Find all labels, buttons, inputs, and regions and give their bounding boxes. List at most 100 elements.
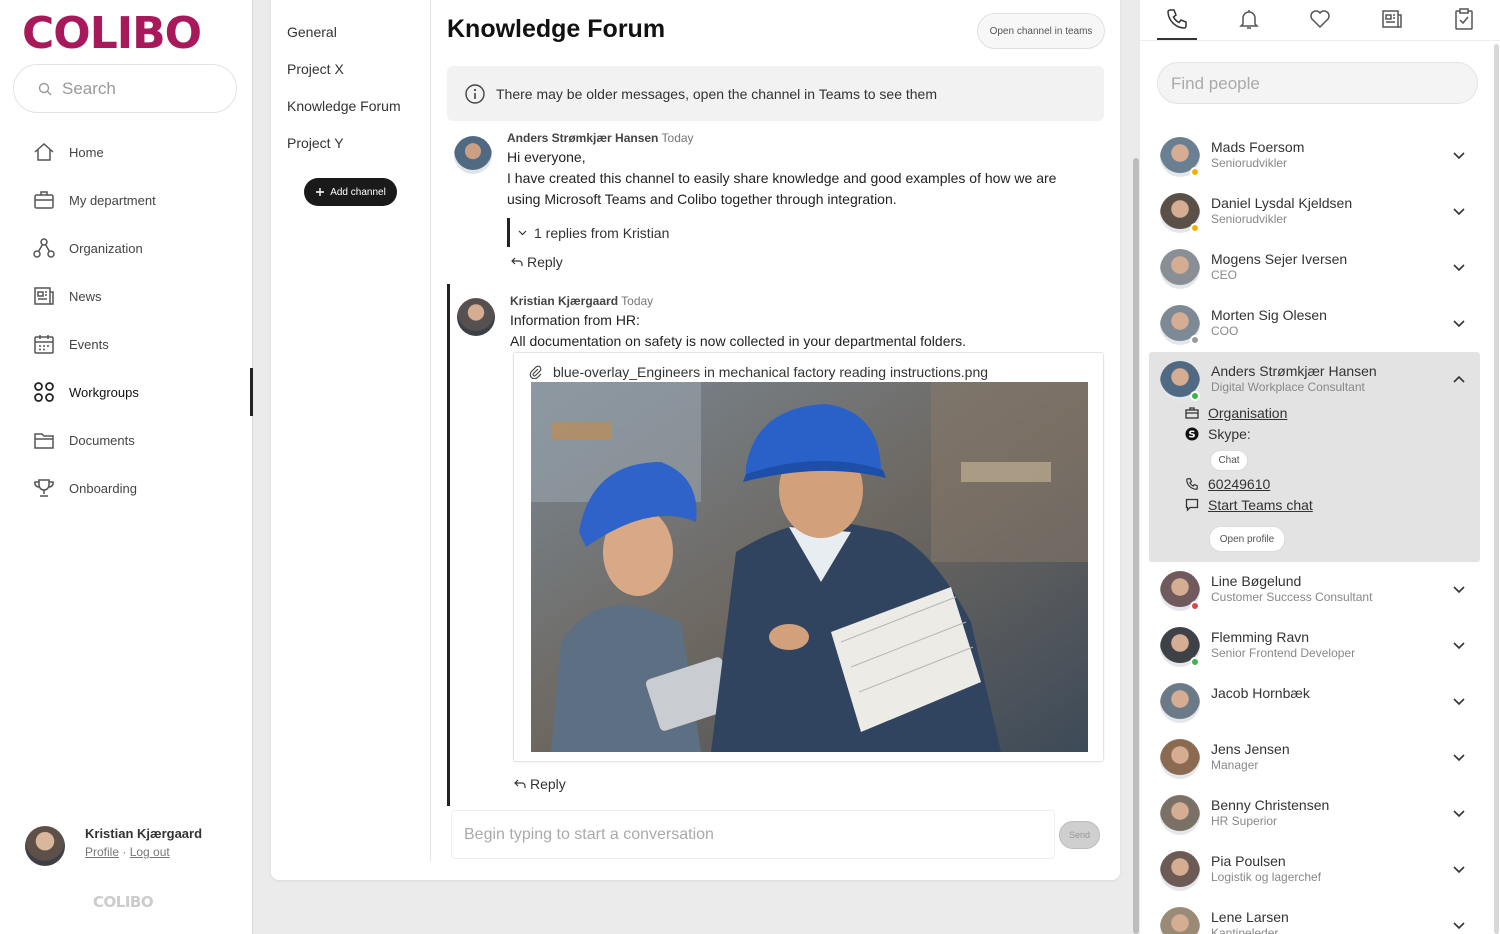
chevron-down-icon[interactable] bbox=[1451, 147, 1467, 163]
nav-item-documents[interactable]: Documents bbox=[33, 426, 135, 454]
person-title: Customer Success Consultant bbox=[1211, 590, 1373, 604]
person-row[interactable]: Mogens Sejer Iversen CEO bbox=[1149, 244, 1480, 300]
chevron-up-icon[interactable] bbox=[1451, 371, 1467, 387]
bell-icon[interactable] bbox=[1237, 7, 1261, 33]
chevron-down-icon[interactable] bbox=[1451, 581, 1467, 597]
find-people-input[interactable]: Find people bbox=[1157, 62, 1478, 104]
avatar[interactable] bbox=[1160, 851, 1200, 891]
person-row[interactable]: Flemming Ravn Senior Frontend Developer bbox=[1149, 622, 1480, 678]
person-row[interactable]: Mads Foersom Seniorudvikler bbox=[1149, 132, 1480, 188]
nav-item-events[interactable]: Events bbox=[33, 330, 109, 358]
chevron-down-icon[interactable] bbox=[1451, 693, 1467, 709]
channel-project-y[interactable]: Project Y bbox=[287, 135, 344, 151]
message-time: Today bbox=[621, 294, 654, 308]
add-channel-label: Add channel bbox=[330, 186, 386, 198]
people-scrollbar[interactable] bbox=[1494, 44, 1499, 934]
person-row[interactable]: Jens Jensen Manager bbox=[1149, 734, 1480, 790]
person-name: Morten Sig Olesen bbox=[1211, 307, 1327, 323]
add-channel-button[interactable]: Add channel bbox=[304, 178, 397, 206]
profile-link[interactable]: Profile bbox=[85, 845, 119, 859]
nav-label: Home bbox=[69, 144, 104, 160]
avatar[interactable] bbox=[1160, 683, 1200, 723]
channel-project-x[interactable]: Project X bbox=[287, 61, 344, 77]
clipboard-icon[interactable] bbox=[1452, 7, 1476, 33]
skype-chat-button[interactable]: Chat bbox=[1210, 450, 1248, 471]
avatar[interactable] bbox=[1160, 249, 1200, 289]
start-teams-chat-link[interactable]: Start Teams chat bbox=[1208, 497, 1313, 513]
chevron-down-icon[interactable] bbox=[1451, 203, 1467, 219]
folder-icon bbox=[33, 429, 55, 451]
message-author[interactable]: Anders Strømkjær Hansen bbox=[507, 131, 658, 145]
avatar[interactable] bbox=[457, 298, 495, 336]
attachment-link[interactable]: blue-overlay_Engineers in mechanical fac… bbox=[529, 364, 988, 380]
nav-item-my-department[interactable]: My department bbox=[33, 186, 156, 214]
chevron-down-icon[interactable] bbox=[1451, 805, 1467, 821]
person-row[interactable]: Benny Christensen HR Superior bbox=[1149, 790, 1480, 846]
avatar[interactable] bbox=[454, 136, 492, 174]
message-input[interactable]: Begin typing to start a conversation bbox=[451, 810, 1055, 859]
organisation-link[interactable]: Organisation bbox=[1208, 405, 1287, 421]
person-row[interactable]: Lene Larsen Kantineleder bbox=[1149, 902, 1480, 934]
message-line: I have created this channel to easily sh… bbox=[507, 170, 1057, 186]
chevron-down-icon[interactable] bbox=[1451, 315, 1467, 331]
skype-label: Skype: bbox=[1208, 426, 1251, 442]
attachment-card[interactable]: blue-overlay_Engineers in mechanical fac… bbox=[513, 352, 1104, 762]
newspaper-icon[interactable] bbox=[1380, 7, 1404, 33]
person-row[interactable]: Morten Sig Olesen COO bbox=[1149, 300, 1480, 356]
channel-knowledge-forum[interactable]: Knowledge Forum bbox=[287, 98, 401, 114]
message-header: Anders Strømkjær Hansen Today bbox=[507, 131, 694, 145]
nav-item-onboarding[interactable]: Onboarding bbox=[33, 474, 137, 502]
attachment-image[interactable] bbox=[531, 382, 1088, 752]
chevron-down-icon bbox=[518, 228, 527, 237]
person-name: Mads Foersom bbox=[1211, 139, 1305, 155]
person-title: Senior Frontend Developer bbox=[1211, 646, 1356, 660]
open-profile-button[interactable]: Open profile bbox=[1209, 526, 1285, 552]
chevron-down-icon[interactable] bbox=[1451, 861, 1467, 877]
person-name: Jens Jensen bbox=[1211, 741, 1290, 757]
avatar[interactable] bbox=[1160, 907, 1200, 934]
person-row[interactable]: Daniel Lysdal Kjeldsen Seniorudvikler bbox=[1149, 188, 1480, 244]
message-author[interactable]: Kristian Kjærgaard bbox=[510, 294, 618, 308]
message-line: using Microsoft Teams and Colibo togethe… bbox=[507, 191, 897, 207]
channel-general[interactable]: General bbox=[287, 24, 337, 40]
reply-button[interactable]: Reply bbox=[514, 776, 566, 792]
nav-item-news[interactable]: News bbox=[33, 282, 102, 310]
search-box[interactable]: Search bbox=[13, 64, 237, 113]
colibo-logo[interactable]: COLIBO bbox=[22, 8, 202, 59]
workgroups-icon bbox=[33, 381, 55, 403]
person-row[interactable]: Line Bøgelund Customer Success Consultant bbox=[1149, 566, 1480, 622]
home-icon bbox=[33, 141, 55, 163]
search-placeholder: Search bbox=[62, 78, 116, 98]
avatar[interactable] bbox=[25, 826, 65, 866]
nav-item-workgroups[interactable]: Workgroups bbox=[33, 378, 139, 406]
channel-list: General Project X Knowledge Forum Projec… bbox=[271, 0, 431, 862]
link-separator: · bbox=[122, 845, 127, 859]
phone-number-link[interactable]: 60249610 bbox=[1208, 476, 1270, 492]
left-sidebar: COLIBO Search Home My department Organiz… bbox=[0, 0, 253, 934]
logout-link[interactable]: Log out bbox=[130, 845, 170, 859]
person-row[interactable]: Anders Strømkjær Hansen Digital Workplace… bbox=[1149, 356, 1480, 412]
person-name: Mogens Sejer Iversen bbox=[1211, 251, 1348, 267]
chevron-down-icon[interactable] bbox=[1451, 637, 1467, 653]
heart-icon[interactable] bbox=[1308, 7, 1332, 33]
presence-status-dot bbox=[1190, 223, 1200, 233]
person-row[interactable]: Pia Poulsen Logistik og lagerchef bbox=[1149, 846, 1480, 902]
open-in-teams-button[interactable]: Open channel in teams bbox=[977, 13, 1105, 49]
send-button[interactable]: Send bbox=[1059, 821, 1100, 849]
chevron-down-icon[interactable] bbox=[1451, 917, 1467, 933]
replies-toggle[interactable]: 1 replies from Kristian bbox=[507, 218, 669, 247]
search-icon bbox=[38, 82, 52, 96]
nav-item-organization[interactable]: Organization bbox=[33, 234, 143, 262]
info-icon bbox=[464, 83, 486, 105]
nav-label: News bbox=[69, 288, 102, 304]
message-time: Today bbox=[661, 131, 694, 145]
avatar[interactable] bbox=[1160, 739, 1200, 779]
phone-icon[interactable] bbox=[1165, 7, 1189, 33]
main-scrollbar[interactable] bbox=[1133, 158, 1139, 934]
person-row[interactable]: Jacob Hornbæk bbox=[1149, 678, 1480, 734]
reply-button[interactable]: Reply bbox=[511, 254, 563, 270]
chevron-down-icon[interactable] bbox=[1451, 749, 1467, 765]
nav-item-home[interactable]: Home bbox=[33, 138, 104, 166]
chevron-down-icon[interactable] bbox=[1451, 259, 1467, 275]
avatar[interactable] bbox=[1160, 795, 1200, 835]
